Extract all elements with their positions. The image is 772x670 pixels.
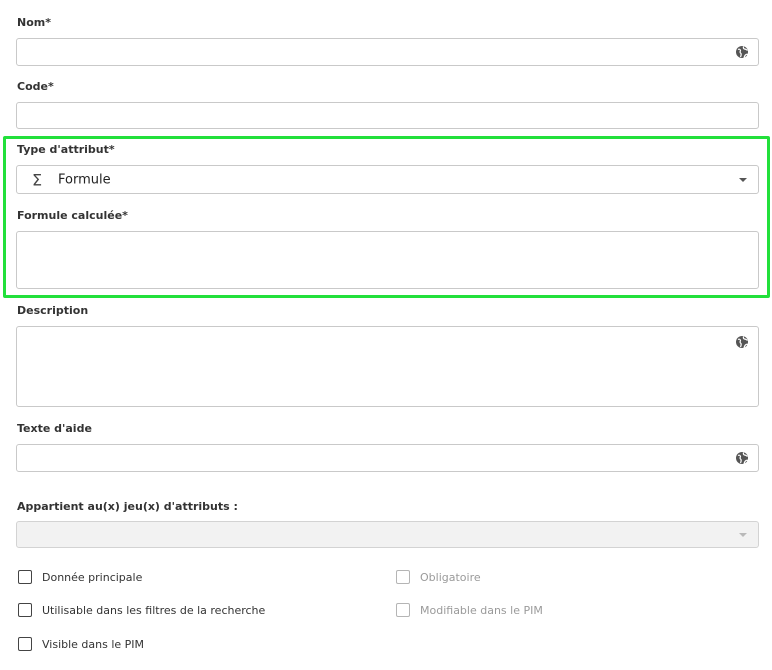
checkbox-row-obligatoire: Obligatoire — [396, 570, 481, 584]
description-textarea[interactable] — [16, 326, 759, 407]
type-attribut-select[interactable]: Σ Formule — [16, 165, 759, 194]
nom-label: Nom* — [17, 16, 51, 29]
checkbox-row-modifiable-pim: Modifiable dans le PIM — [396, 603, 543, 617]
code-input[interactable] — [16, 102, 759, 129]
jeux-attributs-label: Appartient au(x) jeu(x) d'attributs : — [17, 500, 238, 513]
checkbox-row-visible-pim[interactable]: Visible dans le PIM — [18, 637, 144, 651]
obligatoire-label: Obligatoire — [420, 570, 481, 584]
checkbox-row-donnee-principale[interactable]: Donnée principale — [18, 570, 142, 584]
description-label: Description — [17, 304, 89, 317]
nom-input[interactable] — [16, 38, 759, 66]
donnee-principale-label: Donnée principale — [42, 570, 143, 584]
code-label: Code* — [17, 80, 54, 93]
globe-icon[interactable] — [735, 451, 749, 465]
chevron-down-icon[interactable] — [739, 532, 747, 537]
type-attribut-label: Type d'attribut* — [17, 143, 115, 156]
visible-pim-label: Visible dans le PIM — [42, 637, 145, 651]
formule-textarea[interactable] — [16, 231, 759, 289]
texte-aide-label: Texte d'aide — [17, 422, 92, 435]
formule-label: Formule calculée* — [17, 209, 128, 222]
modifiable-pim-label: Modifiable dans le PIM — [420, 603, 543, 617]
utilisable-filtres-label: Utilisable dans les filtres de la recher… — [42, 603, 266, 617]
obligatoire-checkbox — [396, 570, 410, 584]
chevron-down-icon[interactable] — [739, 177, 747, 182]
texte-aide-input[interactable] — [16, 444, 759, 472]
jeux-attributs-select[interactable] — [16, 521, 759, 548]
sigma-icon: Σ — [32, 170, 43, 189]
donnee-principale-checkbox[interactable] — [18, 570, 32, 584]
checkbox-row-utilisable-filtres[interactable]: Utilisable dans les filtres de la recher… — [18, 603, 265, 617]
utilisable-filtres-checkbox[interactable] — [18, 603, 32, 617]
modifiable-pim-checkbox — [396, 603, 410, 617]
type-attribut-value: Formule — [58, 172, 111, 187]
globe-icon[interactable] — [735, 335, 749, 349]
visible-pim-checkbox[interactable] — [18, 637, 32, 651]
globe-icon[interactable] — [735, 45, 749, 59]
